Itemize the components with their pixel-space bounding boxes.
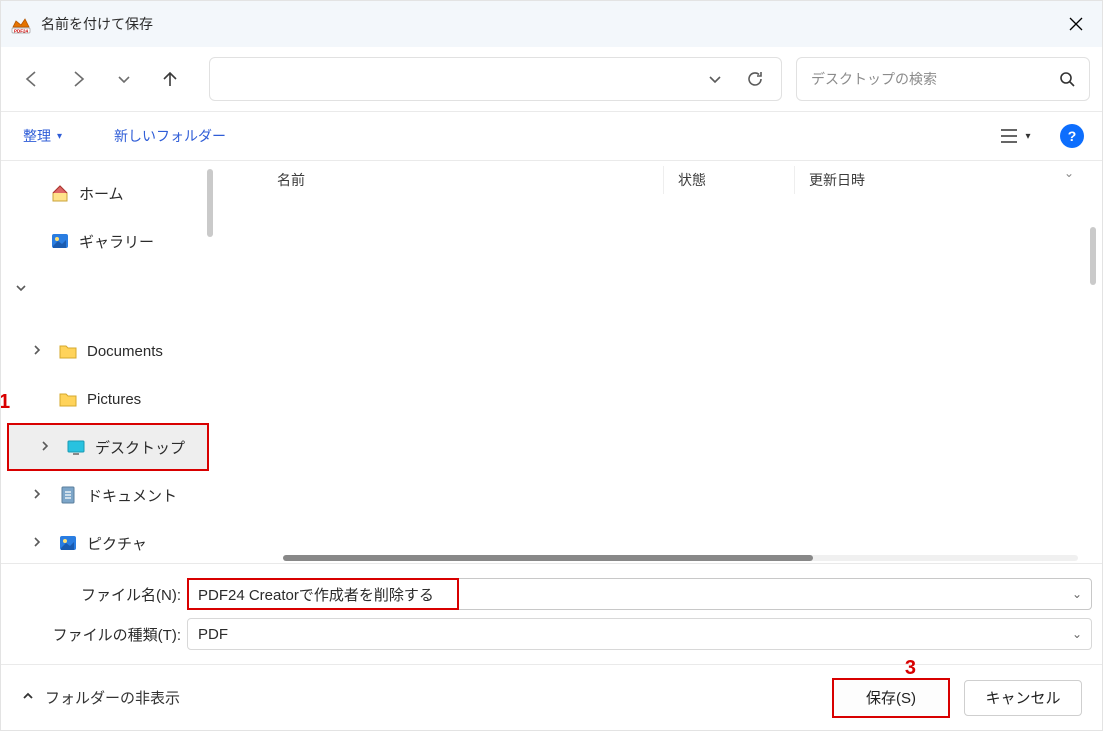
svg-text:PDF24: PDF24: [14, 29, 29, 34]
refresh-button[interactable]: [735, 60, 775, 98]
organize-label: 整理: [23, 126, 51, 146]
hide-folders-label: フォルダーの非表示: [45, 687, 180, 708]
annotation-3: 3: [905, 657, 916, 680]
folder-icon: [57, 340, 79, 362]
new-folder-label: 新しいフォルダー: [114, 126, 226, 146]
annotation-box-3: 保存(S): [832, 678, 950, 718]
help-button[interactable]: ?: [1060, 124, 1084, 148]
sidebar-item-label: ホーム: [79, 183, 124, 204]
desktop-icon: [65, 436, 87, 458]
sidebar-item-label: ギャラリー: [79, 231, 154, 252]
picture-icon: [57, 532, 79, 554]
sidebar-item-gallery[interactable]: ギャラリー: [1, 217, 213, 265]
sidebar-item-pictures[interactable]: Pictures: [1, 375, 213, 423]
sidebar-item-desktop[interactable]: デスクトップ: [7, 423, 209, 471]
sidebar-item-home[interactable]: ホーム: [1, 169, 213, 217]
chevron-right-icon: [31, 535, 49, 551]
sidebar-item-picture-jp[interactable]: ピクチャ: [1, 519, 213, 563]
sidebar-item-document-jp[interactable]: ドキュメント: [1, 471, 213, 519]
file-list: 名前 状態 更新日時 ⌄: [213, 161, 1102, 563]
address-dropdown[interactable]: [695, 60, 735, 98]
folder-icon: [57, 388, 79, 410]
sidebar-item-documents[interactable]: Documents: [1, 327, 213, 375]
sidebar-item-collapsible[interactable]: [1, 265, 213, 313]
chevron-down-icon: ▾: [57, 131, 62, 142]
up-button[interactable]: [151, 60, 189, 98]
save-button[interactable]: 保存(S): [834, 680, 948, 716]
help-glyph: ?: [1068, 128, 1077, 144]
address-bar[interactable]: [209, 57, 782, 101]
app-icon: PDF24: [9, 12, 33, 36]
search-box[interactable]: デスクトップの検索: [796, 57, 1090, 101]
sidebar-item-label: ピクチャ: [87, 533, 147, 554]
cancel-button-label: キャンセル: [985, 687, 1060, 708]
filetype-select[interactable]: [187, 618, 1092, 650]
chevron-down-icon: [15, 281, 33, 297]
filename-label: ファイル名(N):: [81, 587, 181, 604]
document-icon: [57, 484, 79, 506]
back-button[interactable]: [13, 60, 51, 98]
footer: フォルダーの非表示 3 保存(S) キャンセル: [1, 664, 1102, 730]
column-header-name[interactable]: 名前: [243, 170, 663, 190]
title-bar: PDF24 名前を付けて保存: [1, 1, 1102, 47]
cancel-button[interactable]: キャンセル: [964, 680, 1082, 716]
home-icon: [49, 182, 71, 204]
new-folder-button[interactable]: 新しいフォルダー: [110, 122, 230, 150]
column-header-modified[interactable]: 更新日時 ⌄: [795, 170, 1088, 190]
chevron-down-icon: ⌄: [1064, 166, 1074, 180]
recent-dropdown[interactable]: [105, 60, 143, 98]
gallery-icon: [49, 230, 71, 252]
view-mode-button[interactable]: ▾: [992, 119, 1038, 153]
chevron-right-icon: [31, 487, 49, 503]
close-button[interactable]: [1050, 1, 1102, 47]
chevron-right-icon: [31, 343, 49, 359]
column-headers: 名前 状態 更新日時 ⌄: [243, 161, 1088, 199]
column-header-status[interactable]: 状態: [664, 170, 794, 190]
hscroll-thumb[interactable]: [283, 555, 813, 561]
filename-input[interactable]: [187, 578, 1092, 610]
sidebar-item-label: デスクトップ: [95, 437, 185, 458]
save-button-label: 保存(S): [866, 687, 916, 708]
sidebar-item-label: Documents: [87, 343, 163, 360]
organize-button[interactable]: 整理 ▾: [19, 122, 66, 150]
nav-row: デスクトップの検索: [1, 47, 1102, 111]
search-icon: [1051, 71, 1083, 87]
sidebar-item-label: ドキュメント: [87, 485, 177, 506]
list-vscrollbar[interactable]: [1090, 227, 1096, 285]
window-title: 名前を付けて保存: [41, 14, 153, 34]
sidebar-item-label: Pictures: [87, 391, 141, 408]
chevron-right-icon: [39, 439, 57, 455]
sidebar: ホーム ギャラリー: [1, 161, 213, 563]
search-placeholder: デスクトップの検索: [811, 69, 1051, 89]
filetype-label: ファイルの種類(T):: [11, 624, 187, 645]
list-hscrollbar[interactable]: [283, 555, 1078, 561]
toolbar: 整理 ▾ 新しいフォルダー ▾ ?: [1, 111, 1102, 161]
save-form: ファイル名(N): 2 ⌄ ファイルの種類(T): ⌄: [1, 563, 1102, 664]
chevron-down-icon: ▾: [1025, 131, 1030, 142]
chevron-up-icon: [21, 689, 35, 707]
forward-button[interactable]: [59, 60, 97, 98]
hide-folders-toggle[interactable]: フォルダーの非表示: [21, 687, 180, 708]
